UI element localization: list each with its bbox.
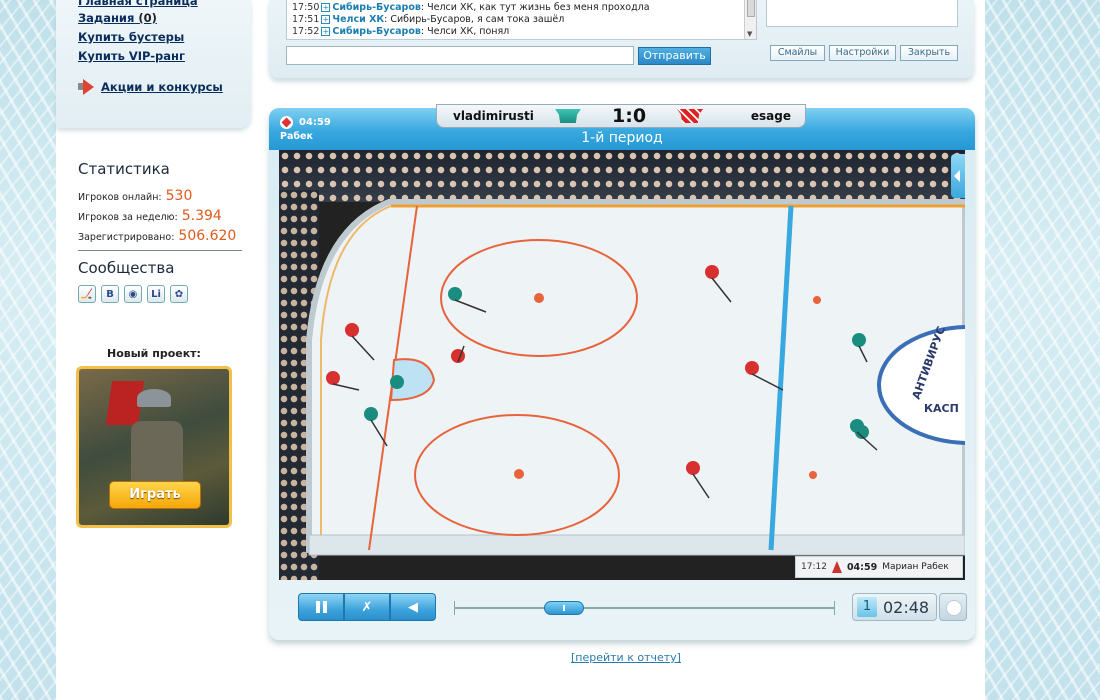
report-link[interactable]: [перейти к отчету] — [571, 651, 681, 664]
team-b-jersey-icon — [677, 109, 703, 123]
player-icon — [280, 116, 293, 129]
chat-time: 17:52 — [292, 26, 320, 37]
chat-input[interactable] — [286, 46, 634, 65]
smiles-button[interactable]: Смайлы — [770, 45, 825, 61]
sound-button[interactable]: ◀ — [390, 593, 436, 621]
plus-icon[interactable]: + — [321, 3, 331, 12]
send-button[interactable]: Отправить — [638, 47, 711, 65]
stat-week-label: Игроков за неделю: — [78, 212, 178, 223]
communities-title: Сообщества — [78, 259, 175, 277]
stat-registered-value: 506.620 — [178, 228, 237, 244]
new-project-label: Новый проект: — [107, 347, 201, 360]
moymir-icon[interactable]: ✿ — [170, 285, 188, 303]
frost-background-right — [985, 0, 1100, 700]
event-time: 17:12 — [801, 562, 827, 572]
chat-time: 17:51 — [292, 14, 320, 25]
hockey-rink-view: АНТИВИРУС КАСП 17:12 04:59 Мариан Рабек — [279, 150, 965, 580]
chat-author[interactable]: Сибирь-Бусаров — [332, 2, 420, 13]
event-clock: 04:59 — [846, 561, 878, 573]
chat-side-box — [766, 0, 958, 27]
divider — [78, 250, 242, 251]
plus-icon[interactable]: + — [321, 27, 331, 36]
player-right-name: esage — [750, 109, 791, 123]
side-panel-toggle[interactable] — [951, 154, 965, 198]
promo-label: Акции и конкурсы — [101, 80, 223, 94]
chat-author[interactable]: Сибирь-Бусаров — [332, 26, 420, 37]
frost-background-left — [0, 0, 56, 700]
livejournal-icon[interactable]: Li — [147, 285, 165, 303]
chat-message: 17:51 + Челси ХК: Сибирь-Бусаров, я сам то… — [292, 14, 756, 26]
clock-time: 02:48 — [883, 597, 930, 617]
score: 1:0 — [612, 105, 647, 127]
pause-icon — [315, 601, 327, 613]
chat-time: 17:50 — [292, 2, 320, 13]
menu-home-link[interactable]: Главная страница — [78, 0, 198, 8]
stat-week-value: 5.394 — [181, 208, 222, 224]
scoreboard: vladimirusti 1:0 esage — [436, 104, 806, 128]
chat-text: : Челси ХК, понял — [420, 26, 510, 37]
chat-scrollbar[interactable]: ▼ — [744, 0, 756, 39]
game-banner[interactable]: Играть — [76, 366, 232, 528]
chat-author[interactable]: Челси ХК — [332, 14, 384, 25]
timeline-thumb[interactable] — [544, 601, 584, 615]
stat-online-value: 530 — [165, 188, 193, 204]
timeline-track[interactable] — [454, 601, 835, 615]
stat-online-label: Игроков онлайн: — [78, 192, 162, 203]
stat-online: Игроков онлайн: 530 — [78, 188, 243, 208]
new-project-block: Новый проект: Играть — [76, 347, 232, 528]
stat-week: Игроков за неделю: 5.394 — [78, 208, 243, 228]
event-log: 17:12 04:59 Мариан Рабек — [795, 556, 963, 578]
banner-helmet — [137, 389, 171, 407]
tasks-count: (0) — [138, 11, 157, 25]
settings-button[interactable]: Настройки — [829, 45, 896, 61]
menu-boosters-link[interactable]: Купить бустеры — [78, 30, 184, 44]
rink-svg: АНТИВИРУС КАСП — [306, 199, 965, 556]
plus-icon[interactable]: + — [321, 15, 331, 24]
play-button[interactable]: Играть — [109, 481, 201, 509]
vk-icon[interactable]: B — [101, 285, 119, 303]
scrollbar-thumb[interactable] — [747, 0, 755, 17]
chat-text: : Челси ХК, как тут жизнь без меня прохо… — [420, 2, 650, 13]
menu-tasks-link[interactable]: Задания (0) — [78, 11, 157, 25]
speaker-icon: ◀ — [408, 599, 418, 615]
record-button[interactable] — [939, 593, 967, 621]
chat-text: : Сибирь-Бусаров, я сам тока зашёл — [384, 14, 565, 25]
menu-vip-link[interactable]: Купить VIP-ранг — [78, 49, 185, 63]
team-a-jersey-icon — [555, 109, 581, 123]
hockey-icon[interactable]: 🏒 — [78, 285, 96, 303]
chat-message: 17:52 + Сибирь-Бусаров: Челси ХК, понял — [292, 26, 756, 38]
period-label: 1-й период — [581, 130, 663, 146]
stat-registered-label: Зарегистрировано: — [78, 232, 175, 243]
playback-controls: ✗ ◀ 1 02:48 — [269, 590, 975, 622]
stats-title: Статистика — [78, 160, 170, 178]
event-player-name: Мариан Рабек — [882, 562, 949, 572]
close-button[interactable]: Закрыть — [900, 45, 958, 61]
game-clock: 1 02:48 — [852, 593, 937, 621]
header-time: 04:59 — [299, 117, 331, 128]
statistics-block: Статистика Игроков онлайн: 530 Игроков за… — [78, 160, 243, 303]
chat-log: 17:50 + Сибирь-Бусаров: Челси ХК, как тут … — [286, 0, 757, 40]
mute-effects-button[interactable]: ✗ — [344, 593, 390, 621]
board-ad-text-2: КАСП — [924, 402, 959, 415]
chat-panel: 17:50 + Сибирь-Бусаров: Челси ХК, как тут … — [269, 0, 974, 78]
period-number: 1 — [857, 597, 877, 617]
stat-registered: Зарегистрировано: 506.620 — [78, 228, 243, 248]
menu-tasks-label: Задания — [78, 11, 135, 25]
communities-block: Сообщества 🏒 B ◉ Li ✿ — [78, 259, 243, 303]
page-content: Главная страница Задания (0) Купить буст… — [56, 0, 985, 700]
scroll-down-icon[interactable]: ▼ — [747, 30, 752, 38]
effects-off-icon: ✗ — [361, 599, 373, 615]
chat-message: 17:50 + Сибирь-Бусаров: Челси ХК, как тут … — [292, 2, 756, 14]
megaphone-icon — [78, 79, 96, 95]
game-header: 04:59 Рабек vladimirusti 1:0 esage 1-й п… — [269, 104, 975, 150]
promo-link[interactable]: Акции и конкурсы — [78, 79, 223, 95]
game-panel: 04:59 Рабек vladimirusti 1:0 esage 1-й п… — [269, 104, 975, 640]
player-event-icon — [831, 561, 842, 573]
player-left-name: vladimirusti — [453, 109, 534, 123]
pause-button[interactable] — [298, 593, 344, 621]
odnoklassniki-icon[interactable]: ◉ — [124, 285, 142, 303]
left-menu: Главная страница Задания (0) Купить буст… — [56, 0, 251, 128]
